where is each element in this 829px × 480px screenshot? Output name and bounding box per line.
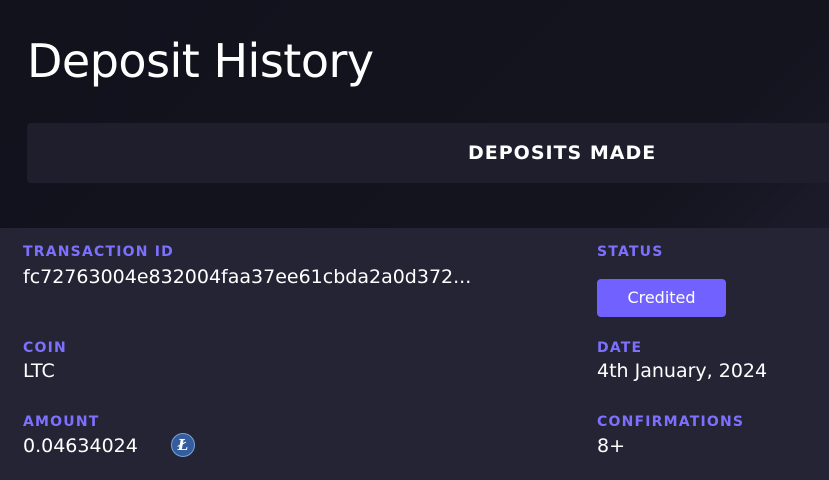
status-badge[interactable]: Credited [597, 279, 726, 317]
coin-label: COIN [23, 340, 67, 356]
header-section: Deposit History DEPOSITS MADE [0, 0, 829, 228]
transaction-id-label: TRANSACTION ID [23, 244, 174, 260]
tab-bar: DEPOSITS MADE [27, 123, 829, 183]
page-title: Deposit History [27, 34, 374, 88]
deposit-card: TRANSACTION ID fc72763004e832004faa37ee6… [0, 228, 829, 480]
confirmations-label: CONFIRMATIONS [597, 414, 745, 430]
transaction-id-value: fc72763004e832004faa37ee61cbda2a0d372... [23, 266, 472, 288]
amount-value: 0.04634024 [23, 435, 138, 457]
amount-label: AMOUNT [23, 414, 100, 430]
confirmations-value: 8+ [597, 435, 626, 457]
status-label: STATUS [597, 244, 664, 260]
coin-value: LTC [23, 360, 55, 382]
date-value: 4th January, 2024 [597, 360, 768, 382]
tab-deposits-made[interactable]: DEPOSITS MADE [468, 123, 656, 183]
date-label: DATE [597, 340, 643, 356]
litecoin-icon: Ł [171, 433, 195, 457]
